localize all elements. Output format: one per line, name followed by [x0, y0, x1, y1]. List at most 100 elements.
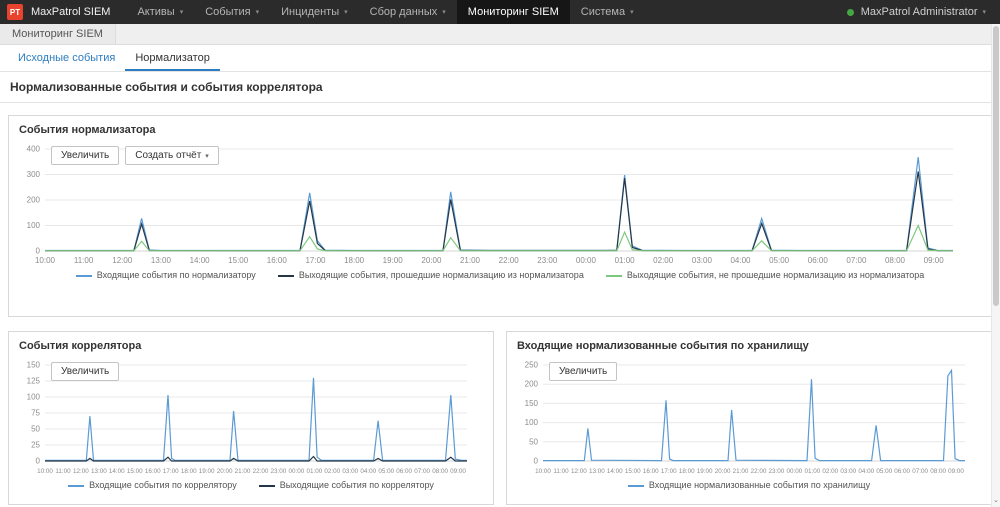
menu-item-incidents[interactable]: Инциденты ▾ — [270, 0, 359, 24]
legend-item[interactable]: Выходящие события, не прошедшие нормализ… — [606, 270, 924, 280]
svg-text:14:00: 14:00 — [607, 468, 623, 475]
chart-buttons: Увеличить — [51, 362, 119, 381]
svg-text:50: 50 — [529, 437, 538, 446]
svg-text:16:00: 16:00 — [267, 256, 288, 265]
svg-text:25: 25 — [31, 441, 40, 450]
svg-text:08:00: 08:00 — [432, 468, 448, 475]
chevron-down-icon: ▾ — [344, 8, 348, 16]
legend-line-swatch — [259, 485, 275, 487]
zoom-button[interactable]: Увеличить — [549, 362, 617, 381]
svg-text:20:00: 20:00 — [421, 256, 442, 265]
legend-item[interactable]: Выходящие события по коррелятору — [259, 480, 434, 490]
svg-text:15:00: 15:00 — [228, 256, 249, 265]
svg-text:02:00: 02:00 — [324, 468, 340, 475]
svg-text:01:00: 01:00 — [615, 256, 636, 265]
scroll-down-icon[interactable]: ⌄ — [992, 496, 1000, 506]
menu-item-assets[interactable]: Активы ▾ — [126, 0, 194, 24]
svg-text:06:00: 06:00 — [808, 256, 829, 265]
svg-text:19:00: 19:00 — [697, 468, 713, 475]
svg-text:22:00: 22:00 — [751, 468, 767, 475]
user-name: MaxPatrol Administrator — [861, 6, 978, 18]
menu-item-system[interactable]: Система ▾ — [570, 0, 645, 24]
legend-item[interactable]: Входящие нормализованные события по хран… — [628, 480, 870, 490]
svg-text:300: 300 — [27, 170, 41, 179]
svg-text:16:00: 16:00 — [145, 468, 161, 475]
tab-bar: Исходные события Нормализатор — [0, 45, 1000, 72]
svg-text:05:00: 05:00 — [769, 256, 790, 265]
chevron-down-icon: ▾ — [442, 8, 446, 16]
zoom-button[interactable]: Увеличить — [51, 146, 119, 165]
svg-text:18:00: 18:00 — [181, 468, 197, 475]
vertical-scrollbar[interactable]: ⌄ — [991, 24, 1000, 507]
svg-text:0: 0 — [36, 247, 41, 256]
tab-normalizer[interactable]: Нормализатор — [125, 45, 220, 71]
svg-text:05:00: 05:00 — [876, 468, 892, 475]
svg-text:18:00: 18:00 — [344, 256, 365, 265]
svg-text:12:00: 12:00 — [112, 256, 133, 265]
svg-text:13:00: 13:00 — [151, 256, 172, 265]
svg-text:02:00: 02:00 — [822, 468, 838, 475]
scrollbar-thumb[interactable] — [993, 26, 999, 306]
chevron-down-icon: ▾ — [630, 8, 634, 16]
user-menu[interactable]: MaxPatrol Administrator ▾ — [847, 6, 1000, 18]
menu-item-events[interactable]: События ▾ — [194, 0, 270, 24]
panel-normalizer-events: События нормализатора Увеличить Создать … — [8, 115, 992, 317]
chevron-down-icon: ▾ — [205, 153, 209, 160]
legend-line-swatch — [76, 275, 92, 277]
chevron-down-icon: ▾ — [180, 8, 184, 16]
panel-storage-events: Входящие нормализованные события по хран… — [506, 331, 992, 505]
pt-logo: PT — [7, 4, 23, 20]
chevron-down-icon: ▾ — [982, 8, 986, 16]
legend-item[interactable]: Входящие события по коррелятору — [68, 480, 237, 490]
zoom-button[interactable]: Увеличить — [51, 362, 119, 381]
svg-text:16:00: 16:00 — [643, 468, 659, 475]
chart-legend: Входящие события по коррелятору Выходящие… — [9, 477, 493, 496]
status-dot-icon — [847, 9, 854, 16]
svg-text:125: 125 — [27, 377, 41, 386]
breadcrumb-title: Мониторинг SIEM — [0, 24, 116, 44]
svg-text:11:00: 11:00 — [55, 468, 71, 475]
svg-text:19:00: 19:00 — [383, 256, 404, 265]
svg-text:06:00: 06:00 — [396, 468, 412, 475]
svg-text:07:00: 07:00 — [414, 468, 430, 475]
panel-title: События нормализатора — [9, 116, 991, 141]
tab-source-events[interactable]: Исходные события — [8, 45, 125, 71]
panel-title: Входящие нормализованные события по хран… — [507, 332, 991, 357]
menu-item-monitoring-siem[interactable]: Мониторинг SIEM — [457, 0, 570, 24]
svg-text:15:00: 15:00 — [127, 468, 143, 475]
chart-buttons: Увеличить — [549, 362, 617, 381]
legend-item[interactable]: Выходящие события, прошедшие нормализаци… — [278, 270, 584, 280]
svg-text:12:00: 12:00 — [571, 468, 587, 475]
svg-text:200: 200 — [27, 196, 41, 205]
main-content: События нормализатора Увеличить Создать … — [0, 103, 1000, 505]
svg-text:14:00: 14:00 — [190, 256, 211, 265]
svg-text:0: 0 — [534, 457, 539, 466]
svg-text:0: 0 — [36, 457, 41, 466]
bottom-panels-row: События коррелятора Увеличить 0255075100… — [8, 331, 992, 505]
svg-text:13:00: 13:00 — [91, 468, 107, 475]
svg-text:21:00: 21:00 — [733, 468, 749, 475]
svg-text:13:00: 13:00 — [589, 468, 605, 475]
svg-text:09:00: 09:00 — [948, 468, 964, 475]
create-report-button[interactable]: Создать отчёт▾ — [125, 146, 219, 165]
svg-text:10:00: 10:00 — [37, 468, 53, 475]
svg-text:50: 50 — [31, 425, 40, 434]
legend-item[interactable]: Входящие события по нормализатору — [76, 270, 256, 280]
svg-text:22:00: 22:00 — [253, 468, 269, 475]
svg-text:01:00: 01:00 — [307, 468, 323, 475]
menu-item-data-collection[interactable]: Сбор данных ▾ — [359, 0, 457, 24]
svg-text:15:00: 15:00 — [625, 468, 641, 475]
legend-line-swatch — [278, 275, 294, 277]
svg-text:00:00: 00:00 — [289, 468, 305, 475]
svg-text:03:00: 03:00 — [692, 256, 713, 265]
svg-text:14:00: 14:00 — [109, 468, 125, 475]
chart-legend: Входящие события по нормализатору Выходящ… — [9, 267, 991, 286]
svg-text:100: 100 — [27, 393, 41, 402]
svg-text:10:00: 10:00 — [35, 256, 56, 265]
chevron-down-icon: ▾ — [256, 8, 260, 16]
app-title: MaxPatrol SIEM — [31, 6, 110, 18]
svg-text:18:00: 18:00 — [679, 468, 695, 475]
svg-text:75: 75 — [31, 409, 40, 418]
svg-text:20:00: 20:00 — [715, 468, 731, 475]
legend-line-swatch — [628, 485, 644, 487]
